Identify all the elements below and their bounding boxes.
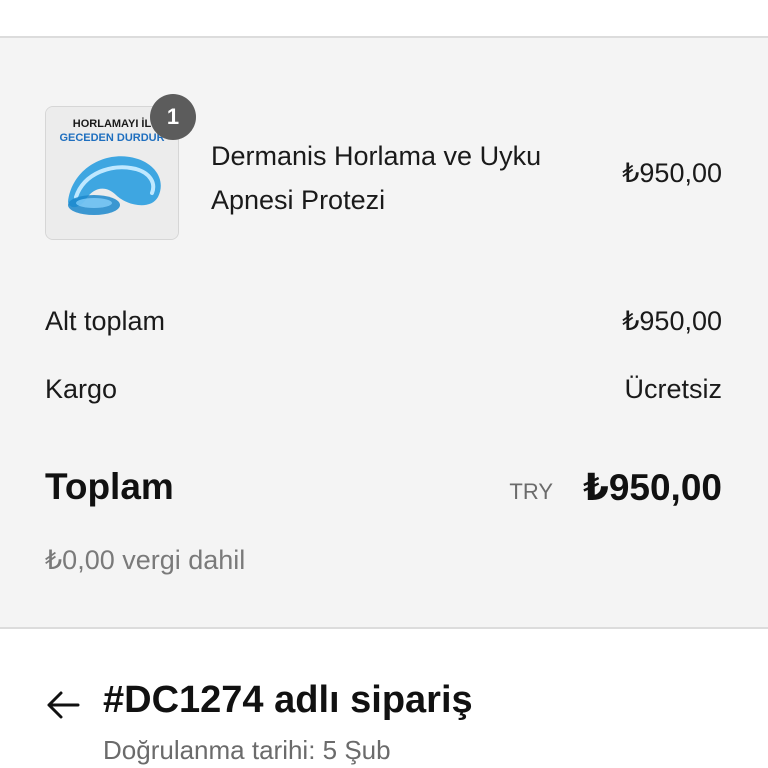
subtotal-label: Alt toplam: [45, 306, 166, 336]
tax-note: ₺0,00 vergi dahil: [45, 545, 246, 575]
arrow-left-icon[interactable]: [45, 687, 81, 723]
top-strip: [0, 0, 768, 36]
order-title: #DC1274 adlı sipariş: [103, 679, 473, 721]
product-thumbnail[interactable]: HORLAMAYI İL GECEDEN DURDUR 1: [45, 94, 196, 240]
image-text-line2: GECEDEN DURDUR: [59, 132, 164, 144]
quantity-badge: 1: [150, 94, 196, 140]
product-price: ₺950,00: [622, 158, 722, 188]
shipping-label: Kargo: [45, 374, 118, 404]
order-summary: HORLAMAYI İL GECEDEN DURDUR 1 Dermanis H…: [0, 36, 768, 629]
shipping-value: Ücretsiz: [624, 374, 722, 404]
order-confirmed-date: Doğrulanma tarihi: 5 Şub: [103, 735, 391, 765]
total-value: ₺950,00: [583, 467, 722, 508]
subtotal-value: ₺950,00: [622, 306, 722, 336]
total-label: Toplam: [45, 466, 174, 507]
total-currency: TRY: [509, 479, 553, 504]
order-header: #DC1274 adlı sipariş Doğrulanma tarihi: …: [0, 629, 768, 768]
product-name: Dermanis Horlama ve Uyku Apnesi Protezi: [211, 141, 542, 215]
image-text-line1: HORLAMAYI İL: [73, 117, 152, 130]
